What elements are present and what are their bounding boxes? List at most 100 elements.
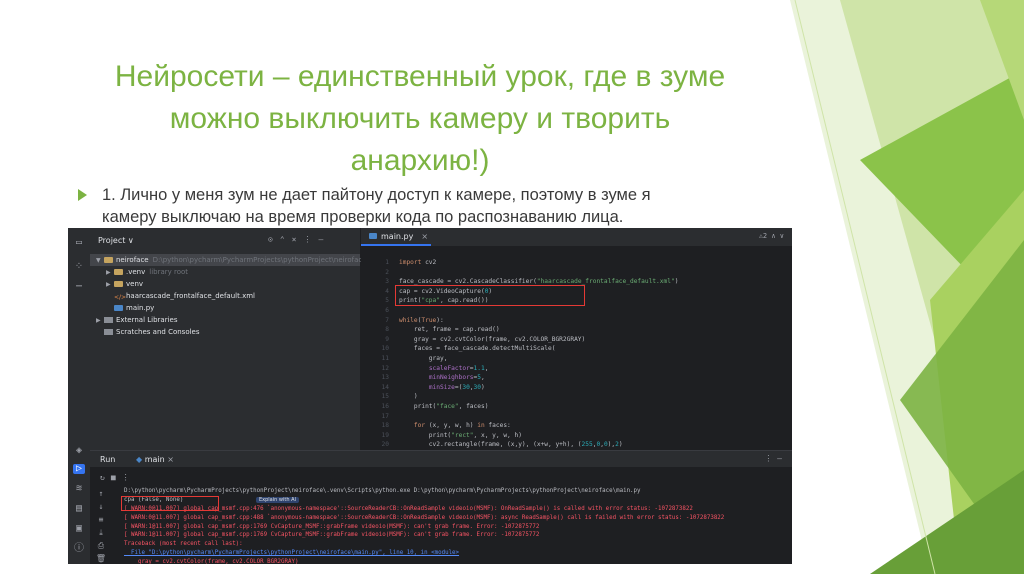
options-icon[interactable]: ⋮ – [764,454,782,463]
highlight-box [121,496,219,511]
bullet-line: 1. Лично у меня зум не дает пайтону дост… [102,186,651,204]
line-number: 19 [381,431,389,439]
problems-icon[interactable]: ⓘ [73,544,85,554]
title-line: можно выключить камеру и творить [169,102,671,135]
line-number: 8 [385,326,389,334]
console-line: gray = cv2.cvtColor(frame, cv2.COLOR_BGR… [124,559,299,564]
tree-item-main[interactable]: main.py [90,302,360,314]
stop-icon[interactable]: ■ [111,473,122,482]
code-editor: main.py × ⚠2 ∧ ∨ 1 2 3 4 5 6 7 8 9 10 11 12 13 14 15 16 1… [361,228,792,477]
line-number: 12 [381,364,389,372]
run-tab[interactable]: ◆ main × [136,455,174,464]
console-line: Traceback (most recent call last): [124,541,243,548]
tree-item-root[interactable]: ▼ neiroface D:\python\pycharm\PycharmProje… [90,254,367,266]
inspection-status[interactable]: ⚠2 ∧ ∨ [759,232,784,240]
more-icon[interactable]: ⋯ [73,282,85,292]
explain-ai-badge[interactable]: Explain with AI [256,497,299,503]
options-icon[interactable]: ⋮ [303,235,318,244]
run-panel: Run ◆ main × ⋮ – ↻■⋮ ↑ ↓ ≡ ⤓ ⎙ 🗑 D:\pyth… [90,450,792,564]
python-console-icon[interactable]: ◈ [73,446,85,456]
console-line: [ WARN:0@11.007] global cap_msmf.cpp:488… [124,514,725,521]
line-number: 3 [385,278,389,286]
tree-item-scratches[interactable]: Scratches and Consoles [90,326,360,338]
library-icon [104,317,113,323]
code-line: print("rect", x, y, w, h) [399,431,522,439]
tab-label: main.py [381,232,414,241]
structure-icon[interactable]: ⁘ [73,262,85,272]
code-line: cv2.rectangle(frame, (x,y), (x+w, y+h), … [399,441,623,449]
run-side-toolbar: ↑ ↓ ≡ ⤓ ⎙ 🗑 [90,487,112,564]
line-number: 1 [385,259,389,266]
project-label[interactable]: Project ∨ [98,236,134,245]
scroll-end-icon[interactable]: ⤓ [90,526,112,539]
folder-icon[interactable]: ▭ [73,238,85,248]
locate-icon[interactable]: ⊙ [268,235,280,244]
tree-item-label: neiroface [116,256,149,264]
close-icon[interactable]: × [167,455,174,464]
run-icon[interactable]: ▷ [73,464,85,474]
layers-icon[interactable]: ≋ [73,484,85,494]
line-number: 7 [385,316,389,324]
code-line: faces = face_cascade.detectMultiScale( [399,345,556,353]
title-line: анархию!) [350,144,490,177]
line-number: 4 [385,287,389,295]
arrow-down-icon[interactable]: ↓ [90,500,112,513]
tree-item-libs[interactable]: ▶ External Libraries [90,314,360,326]
print-icon[interactable]: ⎙ [90,539,112,552]
console-line: [ WARN:1@11.007] global cap_msmf.cpp:176… [124,523,540,530]
terminal-icon[interactable]: ▤ [73,504,85,514]
close-icon[interactable]: × [421,232,428,241]
close-icon[interactable]: × [292,235,304,244]
console-line: [ WARN:0@11.007] global cap_msmf.cpp:476… [124,505,693,512]
tree-item-xml[interactable]: </>haarcascade_frontalface_default.xml [90,290,360,302]
bullet-arrow-icon [78,189,87,201]
code-line: scaleFactor=1.1, [428,364,489,372]
tree-item-label: venv [126,280,144,288]
line-number: 9 [385,335,389,343]
line-number-gutter: 1234567891011121314151617181920212223 [361,258,389,479]
title-line: Нейросети – единственный урок, где в зум… [114,60,726,93]
ide-screenshot: ▭ ⁘ ⋯ ◈ ▷ ≋ ▤ ▣ ⓘ Project ∨ ⊙⌃×⋮– ▼ neiro… [68,228,792,564]
tab-main-py[interactable]: main.py × [369,232,428,241]
tree-item-label: main.py [126,304,155,312]
tree-item-label: .venv [126,268,146,276]
console-icon[interactable]: ▣ [73,524,85,534]
tree-item-venv2[interactable]: ▶ venv [90,278,360,290]
line-number: 13 [381,374,389,382]
code-line: gray, [399,354,448,362]
tree-item-venv[interactable]: ▶ .venv library root [90,266,360,278]
active-tab-indicator [361,244,431,246]
python-file-icon [114,305,123,311]
code-line: while(True): [399,316,444,324]
tree-item-note: library root [149,268,189,276]
tool-strip: ▭ ⁘ ⋯ ◈ ▷ ≋ ▤ ▣ ⓘ [68,228,90,564]
run-header: Run ◆ main × ⋮ – [90,451,792,467]
wrap-icon[interactable]: ≡ [90,513,112,526]
console-line: File "D:\python\pycharm\PycharmProjects\… [124,550,460,557]
bullet-line: камеру выключаю на время проверки кода п… [102,208,624,226]
line-number: 6 [385,306,389,314]
rerun-icon[interactable]: ↻ [100,473,111,482]
folder-icon [114,269,123,275]
project-toolbar: ⊙⌃×⋮– [268,235,330,244]
expand-icon[interactable]: ⌃ [280,235,292,244]
tree-item-path: D:\python\pycharm\PycharmProjects\python… [152,256,367,264]
console-output[interactable]: D:\python\pycharm\PycharmProjects\python… [124,487,792,564]
more-icon[interactable]: ⋮ [122,473,136,482]
scratches-icon [104,329,113,335]
arrow-up-icon[interactable]: ↑ [90,487,112,500]
code-line: print("face", faces) [399,402,489,410]
code-line: gray = cv2.cvtColor(frame, cv2.COLOR_BGR… [399,335,586,343]
console-line: D:\python\pycharm\PycharmProjects\python… [124,488,641,494]
code-line: for (x, y, w, h) in faces: [413,422,511,430]
tree-item-label: Scratches and Consoles [116,328,200,336]
editor-tabbar: main.py × ⚠2 ∧ ∨ [361,228,792,247]
line-number: 2 [385,268,389,276]
code-line: ) [399,393,418,401]
trash-icon[interactable]: 🗑 [90,552,112,564]
minimize-icon[interactable]: – [318,235,330,244]
line-number: 18 [381,422,389,430]
line-number: 10 [381,345,389,353]
